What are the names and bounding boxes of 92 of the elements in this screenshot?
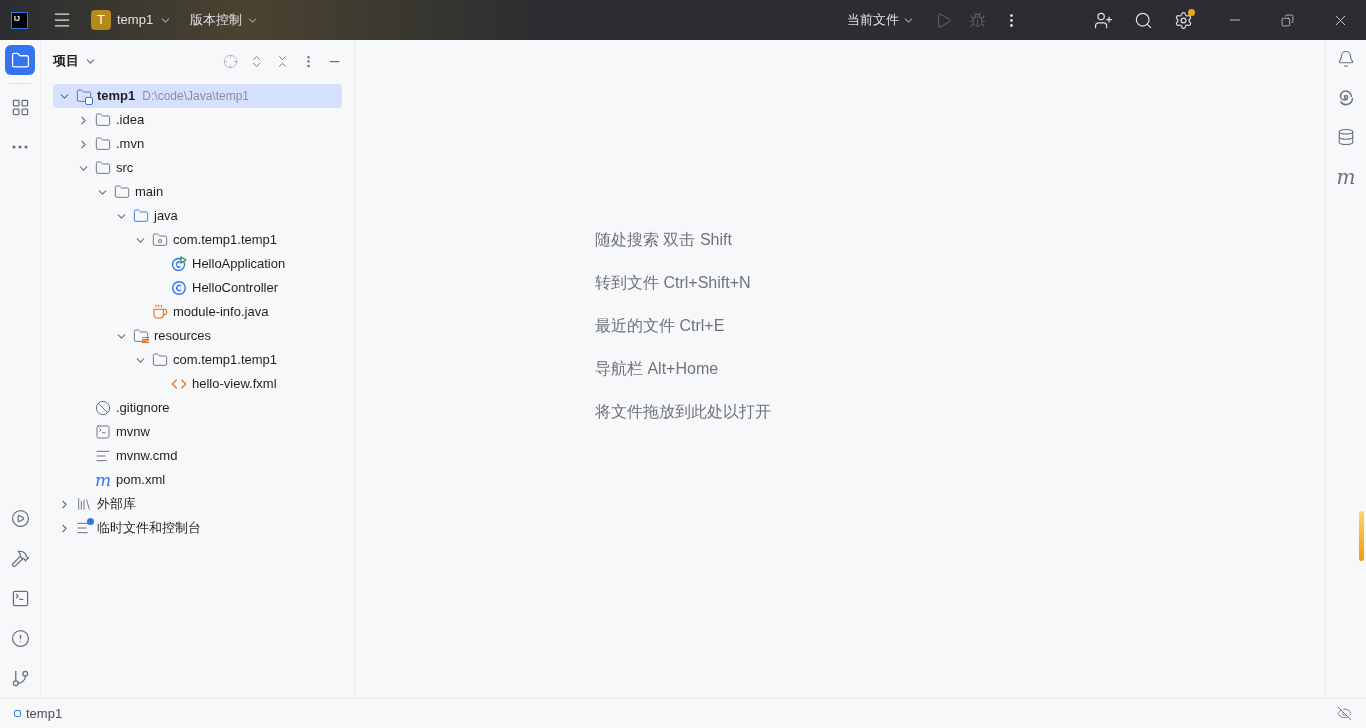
module-folder-icon: [76, 88, 92, 104]
folder-icon: [114, 184, 130, 200]
cup-icon: [152, 304, 168, 320]
tree-item[interactable]: mvnw.cmd: [53, 444, 342, 468]
folder-icon: [152, 352, 168, 368]
editor-hint: 最近的文件 Ctrl+E: [595, 316, 726, 336]
item-label: com.temp1.temp1: [173, 231, 278, 250]
item-label: 外部库: [97, 495, 136, 514]
settings-icon: [1174, 10, 1193, 30]
tree-item[interactable]: java: [53, 204, 342, 228]
tree-item[interactable]: .gitignore: [53, 396, 342, 420]
tree-item[interactable]: src: [53, 156, 342, 180]
editor-hint: 随处搜索 双击 Shift: [595, 230, 733, 250]
item-label: .mvn: [116, 135, 145, 154]
item-label: resources: [154, 327, 212, 346]
project-avatar: T: [91, 10, 111, 30]
tree-item[interactable]: resources: [53, 324, 342, 348]
folder-icon: [133, 208, 149, 224]
debug-icon[interactable]: [969, 11, 986, 29]
spiral-icon[interactable]: [1337, 89, 1355, 107]
tree-item[interactable]: m pom.xml: [53, 468, 342, 492]
tree-item[interactable]: HelloApplication: [53, 252, 342, 276]
folder-icon: [95, 112, 111, 128]
terminal-icon: [10, 588, 30, 608]
eye-off-icon[interactable]: [1337, 706, 1352, 721]
run-config-selector[interactable]: 当前文件: [847, 10, 915, 30]
resources-folder-icon: [133, 328, 149, 344]
tree-item[interactable]: 外部库: [53, 492, 342, 516]
tree-item[interactable]: HelloController: [53, 276, 342, 300]
package-icon: [152, 232, 168, 248]
scratch-icon: [76, 520, 92, 536]
item-label: .gitignore: [116, 399, 170, 418]
add-user-icon[interactable]: [1094, 10, 1113, 30]
vcs-menu[interactable]: 版本控制: [190, 10, 260, 30]
tree-item[interactable]: com.temp1.temp1: [53, 228, 342, 252]
bell-icon[interactable]: [1337, 50, 1355, 68]
alert-icon: [10, 628, 30, 648]
hammer-icon: [10, 548, 30, 568]
tree-item[interactable]: .mvn: [53, 132, 342, 156]
database-icon[interactable]: [1337, 128, 1355, 146]
library-icon: [76, 496, 92, 512]
project-selector[interactable]: T temp1: [91, 10, 173, 30]
class-icon: [171, 280, 187, 296]
tree-item[interactable]: com.temp1.temp1: [53, 348, 342, 372]
item-label: mvnw: [116, 423, 150, 442]
run-icon[interactable]: [935, 11, 952, 29]
item-label: java: [154, 207, 178, 226]
text-file-icon: [95, 448, 111, 464]
branch-icon: [10, 668, 30, 688]
editor-hint: 导航栏 Alt+Home: [595, 359, 720, 379]
terminal-icon: [95, 424, 111, 440]
breadcrumb[interactable]: temp1: [26, 703, 63, 724]
item-label: com.temp1.temp1: [173, 351, 278, 370]
tree-item[interactable]: .idea: [53, 108, 342, 132]
folder-tool-button[interactable]: [5, 45, 35, 75]
module-icon: [14, 710, 21, 717]
more-icon: [12, 145, 28, 149]
tree-item[interactable]: module-info.java: [53, 300, 342, 324]
item-label: HelloController: [192, 279, 278, 298]
search-icon[interactable]: [1134, 10, 1153, 30]
item-label: module-info.java: [173, 303, 269, 322]
folder-icon: [95, 136, 111, 152]
scroll-marker: [1359, 511, 1364, 561]
tree-item[interactable]: main: [53, 180, 342, 204]
panel-title[interactable]: 项目: [53, 51, 97, 71]
item-label: main: [135, 183, 164, 202]
maven-icon: m: [95, 471, 111, 489]
tree-item[interactable]: 临时文件和控制台: [53, 516, 342, 540]
play-icon: [10, 508, 30, 528]
editor-hint: 将文件拖放到此处以打开: [595, 402, 772, 422]
item-label: pom.xml: [116, 471, 166, 490]
item-label: hello-view.fxml: [192, 375, 277, 394]
tree-item[interactable]: temp1 D:\code\Java\temp1: [53, 84, 342, 108]
item-path: D:\code\Java\temp1: [142, 88, 250, 105]
maven-icon[interactable]: m: [1336, 167, 1356, 187]
item-label: HelloApplication: [192, 255, 286, 274]
ignore-icon: [95, 400, 111, 416]
editor-hint: 转到文件 Ctrl+Shift+N: [595, 273, 752, 293]
item-label: src: [116, 159, 134, 178]
tree-item[interactable]: hello-view.fxml: [53, 372, 342, 396]
item-label: 临时文件和控制台: [97, 519, 201, 538]
grid-icon: [10, 97, 30, 117]
settings-button[interactable]: [1174, 10, 1193, 30]
restore-icon[interactable]: [1281, 13, 1294, 27]
item-label: mvnw.cmd: [116, 447, 178, 466]
item-label: .idea: [116, 111, 145, 130]
tree-item[interactable]: mvnw: [53, 420, 342, 444]
class-run-icon: [171, 256, 187, 272]
folder-icon: [10, 50, 30, 70]
folder-icon: [95, 160, 111, 176]
code-icon: [171, 376, 187, 392]
item-label: temp1: [97, 87, 136, 106]
